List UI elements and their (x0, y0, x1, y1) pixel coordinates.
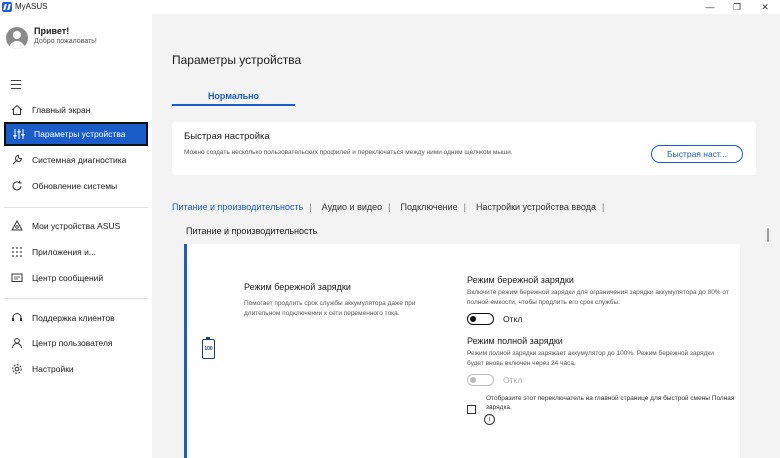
sidebar-item-diagnostics[interactable]: Системная диагностика (4, 148, 148, 172)
myasus-logo-icon (2, 2, 12, 12)
sidebar-item-label: Системная диагностика (32, 155, 127, 165)
full-mode-title: Режим полной зарядки (467, 336, 563, 346)
subtab-audio-video[interactable]: Аудио и видео (322, 202, 383, 212)
full-mode-option: Режим полной зарядки Режим полной зарядк… (467, 336, 732, 386)
full-toggle-row: Откл (467, 374, 732, 386)
message-icon (10, 271, 24, 285)
sidebar-item-label: Настройки (32, 364, 74, 374)
welcome-text: Добро пожаловать! (34, 38, 97, 45)
sidebar-item-label: Главный экран (32, 105, 91, 115)
subtab-connectivity[interactable]: Подключение (401, 202, 458, 212)
wrench-icon (10, 153, 24, 167)
scrollbar-thumb[interactable] (767, 228, 769, 242)
app-title: MyASUS (15, 2, 48, 11)
sidebar-item-label: Приложения и... (32, 247, 96, 257)
section-title: Питание и производительность (186, 226, 318, 236)
sidebar: Привет! Добро пожаловать! Главный экран … (0, 14, 152, 458)
page-title: Параметры устройства (172, 53, 302, 67)
subtab-power-performance[interactable]: Питание и производительность (172, 202, 303, 212)
battery-icon: 100 (202, 337, 215, 359)
sidebar-item-message-center[interactable]: Центр сообщений (4, 266, 148, 290)
restore-button[interactable]: ❐ (722, 0, 752, 14)
gear-icon (10, 362, 24, 376)
sidebar-item-home[interactable]: Главный экран (4, 98, 148, 122)
sidebar-item-support[interactable]: Поддержка клиентов (4, 306, 148, 330)
sidebar-item-system-update[interactable]: Обновление системы (4, 174, 148, 198)
care-mode-option: Режим бережной зарядки Включите режим бе… (467, 275, 732, 325)
quick-setup-button[interactable]: Быстрая наст... (651, 145, 743, 163)
menu-icon[interactable] (11, 80, 21, 92)
quick-setup-title: Быстрая настройка (184, 131, 270, 142)
full-mode-description: Режим полной зарядки заряжает аккумулято… (467, 350, 714, 367)
sidebar-divider (4, 298, 148, 299)
care-toggle-row: Откл (467, 313, 732, 325)
shortcut-checkbox-label: Отобразите этот переключатель на главной… (486, 395, 735, 411)
sidebar-item-user-center[interactable]: Центр пользователя (4, 331, 148, 355)
care-mode-title: Режим бережной зарядки (244, 282, 351, 292)
care-mode-description: Помогает продлить срок службы аккумулято… (244, 300, 416, 317)
sliders-icon (12, 127, 26, 141)
subtab-separator: | (388, 202, 391, 212)
subtab-separator: | (309, 202, 312, 212)
refresh-icon (10, 179, 24, 193)
quick-setup-description: Можно создать несколько пользовательских… (184, 149, 513, 156)
apps-grid-icon (10, 245, 24, 259)
full-mode-toggle[interactable] (467, 374, 494, 386)
user-icon (10, 336, 24, 350)
sidebar-item-my-devices[interactable]: Мои устройства ASUS (4, 214, 148, 238)
full-toggle-state: Откл (503, 375, 523, 385)
sidebar-item-label: Параметры устройства (34, 129, 126, 139)
devices-icon (10, 219, 24, 233)
avatar[interactable] (6, 27, 28, 49)
subtab-input-devices[interactable]: Настройки устройства ввода (476, 202, 596, 212)
care-toggle-state: Откл (503, 314, 523, 324)
subtab-separator: | (463, 202, 466, 212)
sidebar-item-label: Центр сообщений (32, 273, 104, 283)
sidebar-item-label: Мои устройства ASUS (32, 221, 121, 231)
sidebar-item-settings[interactable]: Настройки (4, 357, 148, 381)
minimize-button[interactable]: — (695, 0, 725, 14)
subtabs: Питание и производительность | Аудио и в… (172, 202, 614, 212)
shortcut-checkbox-row: Отобразите этот переключатель на главной… (467, 394, 746, 414)
sidebar-item-apps[interactable]: Приложения и... (4, 240, 148, 264)
care-mode-toggle[interactable] (467, 313, 494, 325)
title-bar: MyASUS — ❐ ✕ (0, 0, 780, 14)
care-option-description: Включите режим бережной зарядки для огра… (467, 289, 729, 306)
shortcut-checkbox[interactable] (467, 405, 476, 414)
care-option-title: Режим бережной зарядки (467, 275, 574, 285)
info-icon[interactable]: i (484, 414, 495, 425)
support-icon (10, 311, 24, 325)
tab-normal[interactable]: Нормально (172, 86, 295, 106)
sidebar-item-label: Обновление системы (32, 181, 118, 191)
close-button[interactable]: ✕ (750, 0, 780, 14)
sidebar-item-device-settings[interactable]: Параметры устройства (4, 122, 148, 146)
sidebar-item-label: Поддержка клиентов (32, 313, 115, 323)
battery-care-panel: 100 Режим бережной зарядки Помогает прод… (184, 244, 740, 458)
quick-setup-card: Быстрая настройка Можно создать нескольк… (172, 122, 756, 175)
subtab-separator: | (601, 202, 605, 212)
sidebar-item-label: Центр пользователя (32, 338, 113, 348)
home-icon (10, 103, 24, 117)
sidebar-divider (4, 207, 148, 208)
greeting: Привет! (34, 26, 70, 36)
